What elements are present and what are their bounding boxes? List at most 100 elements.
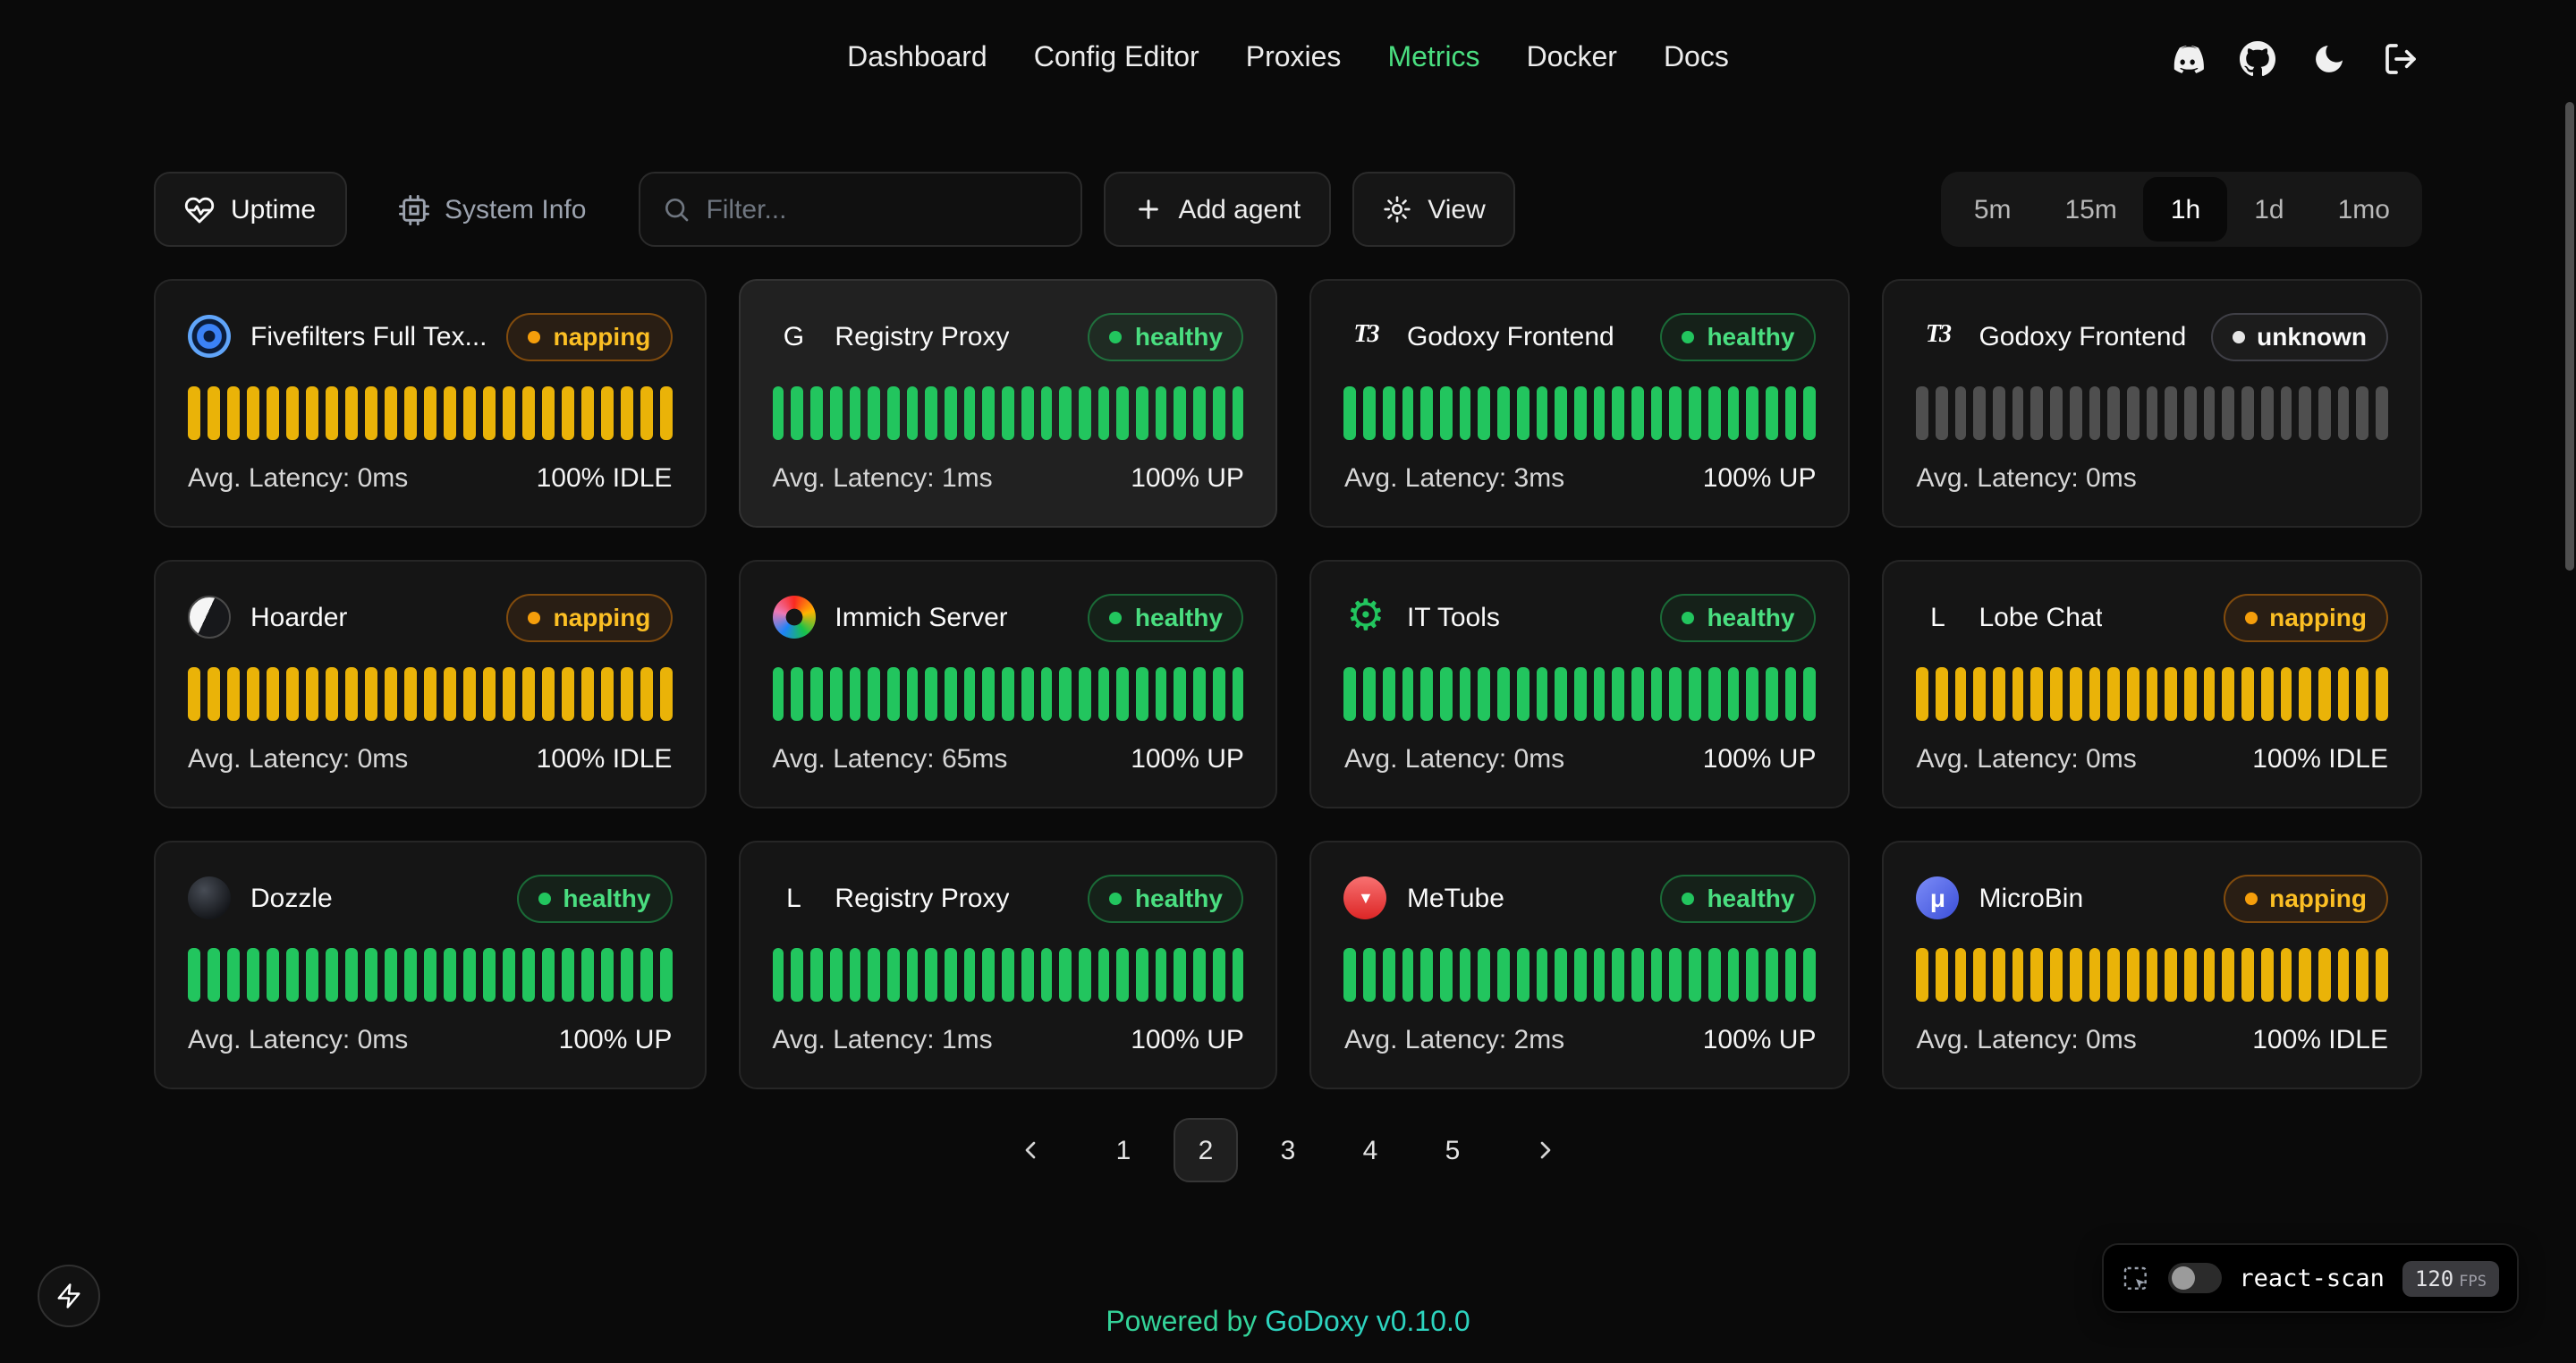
- card-header: T3Godoxy Frontendhealthy: [1344, 311, 1817, 361]
- uptime-bar: [1631, 948, 1643, 1002]
- uptime-bar: [1650, 386, 1662, 440]
- pagination-page-3[interactable]: 3: [1256, 1118, 1320, 1182]
- time-range-15m[interactable]: 15m: [2038, 177, 2144, 241]
- status-dot: [1682, 892, 1694, 904]
- service-card-registry-proxy[interactable]: GRegistry ProxyhealthyAvg. Latency: 1ms1…: [738, 279, 1278, 528]
- time-range-1mo[interactable]: 1mo: [2311, 177, 2417, 241]
- service-card-godoxy-frontend[interactable]: T3Godoxy FrontendhealthyAvg. Latency: 3m…: [1310, 279, 1851, 528]
- time-range-1d[interactable]: 1d: [2227, 177, 2310, 241]
- nav-item-docker[interactable]: Docker: [1527, 43, 1617, 75]
- tab-system-info[interactable]: System Info: [368, 172, 616, 247]
- uptime-bar: [541, 948, 554, 1002]
- uptime-bar: [424, 667, 436, 721]
- pagination-page-5[interactable]: 5: [1420, 1118, 1485, 1182]
- uptime-text: 100% UP: [1703, 463, 1817, 494]
- uptime-bars: [1916, 667, 2388, 721]
- uptime-bar: [1555, 948, 1566, 1002]
- nav-item-proxies[interactable]: Proxies: [1246, 43, 1342, 75]
- uptime-bar: [1916, 386, 1928, 440]
- nav-item-dashboard[interactable]: Dashboard: [847, 43, 987, 75]
- uptime-bar: [810, 948, 822, 1002]
- uptime-bar: [849, 667, 860, 721]
- filter-input[interactable]: [706, 194, 1058, 224]
- pagination-page-4[interactable]: 4: [1338, 1118, 1402, 1182]
- github-icon[interactable]: [2240, 41, 2275, 77]
- react-scan-toggle[interactable]: [2167, 1263, 2221, 1293]
- latency-text: Avg. Latency: 0ms: [1916, 744, 2136, 775]
- uptime-bar: [2280, 667, 2292, 721]
- uptime-bar: [2241, 667, 2253, 721]
- service-card-hoarder[interactable]: HoardernappingAvg. Latency: 0ms100% IDLE: [154, 560, 706, 808]
- uptime-bar: [1136, 386, 1148, 440]
- service-card-it-tools[interactable]: ⚙IT ToolshealthyAvg. Latency: 0ms100% UP: [1310, 560, 1851, 808]
- uptime-bar: [1440, 948, 1452, 1002]
- service-card-godoxy-frontend[interactable]: T3Godoxy FrontendunknownAvg. Latency: 0m…: [1882, 279, 2422, 528]
- godoxy-link[interactable]: GoDoxy: [1265, 1308, 1368, 1338]
- uptime-bars: [1344, 386, 1817, 440]
- nav-item-docs[interactable]: Docs: [1664, 43, 1729, 75]
- uptime-bar: [2357, 948, 2368, 1002]
- inspect-icon[interactable]: [2121, 1264, 2149, 1292]
- uptime-bar: [2050, 948, 2062, 1002]
- service-card-registry-proxy[interactable]: LRegistry ProxyhealthyAvg. Latency: 1ms1…: [738, 841, 1278, 1089]
- nav-item-config-editor[interactable]: Config Editor: [1034, 43, 1199, 75]
- uptime-bar: [2318, 386, 2330, 440]
- quick-actions-button[interactable]: [38, 1265, 100, 1327]
- pagination-page-1[interactable]: 1: [1091, 1118, 1156, 1182]
- pagination-next-button[interactable]: [1513, 1118, 1578, 1182]
- uptime-bar: [1517, 386, 1529, 440]
- uptime-bar: [1650, 667, 1662, 721]
- service-card-immich-server[interactable]: Immich ServerhealthyAvg. Latency: 65ms10…: [738, 560, 1278, 808]
- service-card-fivefilters-full-tex[interactable]: Fivefilters Full Tex...nappingAvg. Laten…: [154, 279, 706, 528]
- pagination-page-2[interactable]: 2: [1174, 1118, 1238, 1182]
- service-card-metube[interactable]: ▼MeTubehealthyAvg. Latency: 2ms100% UP: [1310, 841, 1851, 1089]
- dark-mode-icon[interactable]: [2311, 41, 2347, 77]
- pagination: 12345: [0, 1118, 2576, 1182]
- filter-box[interactable]: [638, 172, 1081, 247]
- scrollbar-thumb[interactable]: [2565, 102, 2574, 571]
- status-badge: unknown: [2210, 312, 2388, 360]
- view-button[interactable]: View: [1352, 172, 1516, 247]
- version-link[interactable]: v0.10.0: [1377, 1308, 1470, 1338]
- uptime-bar: [521, 667, 534, 721]
- heart-pulse-icon: [184, 194, 215, 224]
- uptime-bar: [188, 386, 200, 440]
- uptime-bar: [1670, 948, 1682, 1002]
- add-agent-button[interactable]: Add agent: [1103, 172, 1331, 247]
- status-badge: napping: [2223, 874, 2388, 922]
- logout-icon[interactable]: [2383, 41, 2419, 77]
- time-range-5m[interactable]: 5m: [1947, 177, 2038, 241]
- uptime-bar: [792, 948, 803, 1002]
- nav-item-metrics[interactable]: Metrics: [1387, 43, 1479, 75]
- pagination-prev-button[interactable]: [998, 1118, 1063, 1182]
- uptime-bar: [1536, 386, 1547, 440]
- uptime-bar: [2127, 667, 2139, 721]
- uptime-bar: [247, 667, 259, 721]
- uptime-bar: [227, 667, 240, 721]
- latency-text: Avg. Latency: 0ms: [188, 1025, 408, 1055]
- tab-uptime[interactable]: Uptime: [154, 172, 346, 247]
- uptime-bar: [1079, 948, 1090, 1002]
- uptime-bar: [2357, 667, 2368, 721]
- discord-icon[interactable]: [2168, 41, 2204, 77]
- service-card-lobe-chat[interactable]: LLobe ChatnappingAvg. Latency: 0ms100% I…: [1882, 560, 2422, 808]
- uptime-text: 100% IDLE: [2252, 744, 2388, 775]
- uptime-bar: [2165, 948, 2177, 1002]
- uptime-text: 100% UP: [559, 1025, 673, 1055]
- service-name: Godoxy Frontend: [1407, 321, 1614, 351]
- uptime-bar: [1593, 948, 1605, 1002]
- latency-text: Avg. Latency: 65ms: [772, 744, 1007, 775]
- card-footer: Avg. Latency: 3ms100% UP: [1344, 463, 1817, 494]
- uptime-bars: [772, 667, 1244, 721]
- service-card-dozzle[interactable]: DozzlehealthyAvg. Latency: 0ms100% UP: [154, 841, 706, 1089]
- uptime-bar: [1117, 948, 1129, 1002]
- time-range-1h[interactable]: 1h: [2144, 177, 2227, 241]
- t3-icon: T3: [1344, 315, 1387, 358]
- service-card-microbin[interactable]: μMicroBinnappingAvg. Latency: 0ms100% ID…: [1882, 841, 2422, 1089]
- uptime-bar: [286, 948, 299, 1002]
- latency-text: Avg. Latency: 1ms: [772, 463, 992, 494]
- uptime-bar: [2300, 667, 2311, 721]
- uptime-bar: [1136, 667, 1148, 721]
- uptime-bar: [2184, 948, 2196, 1002]
- uptime-bar: [640, 948, 652, 1002]
